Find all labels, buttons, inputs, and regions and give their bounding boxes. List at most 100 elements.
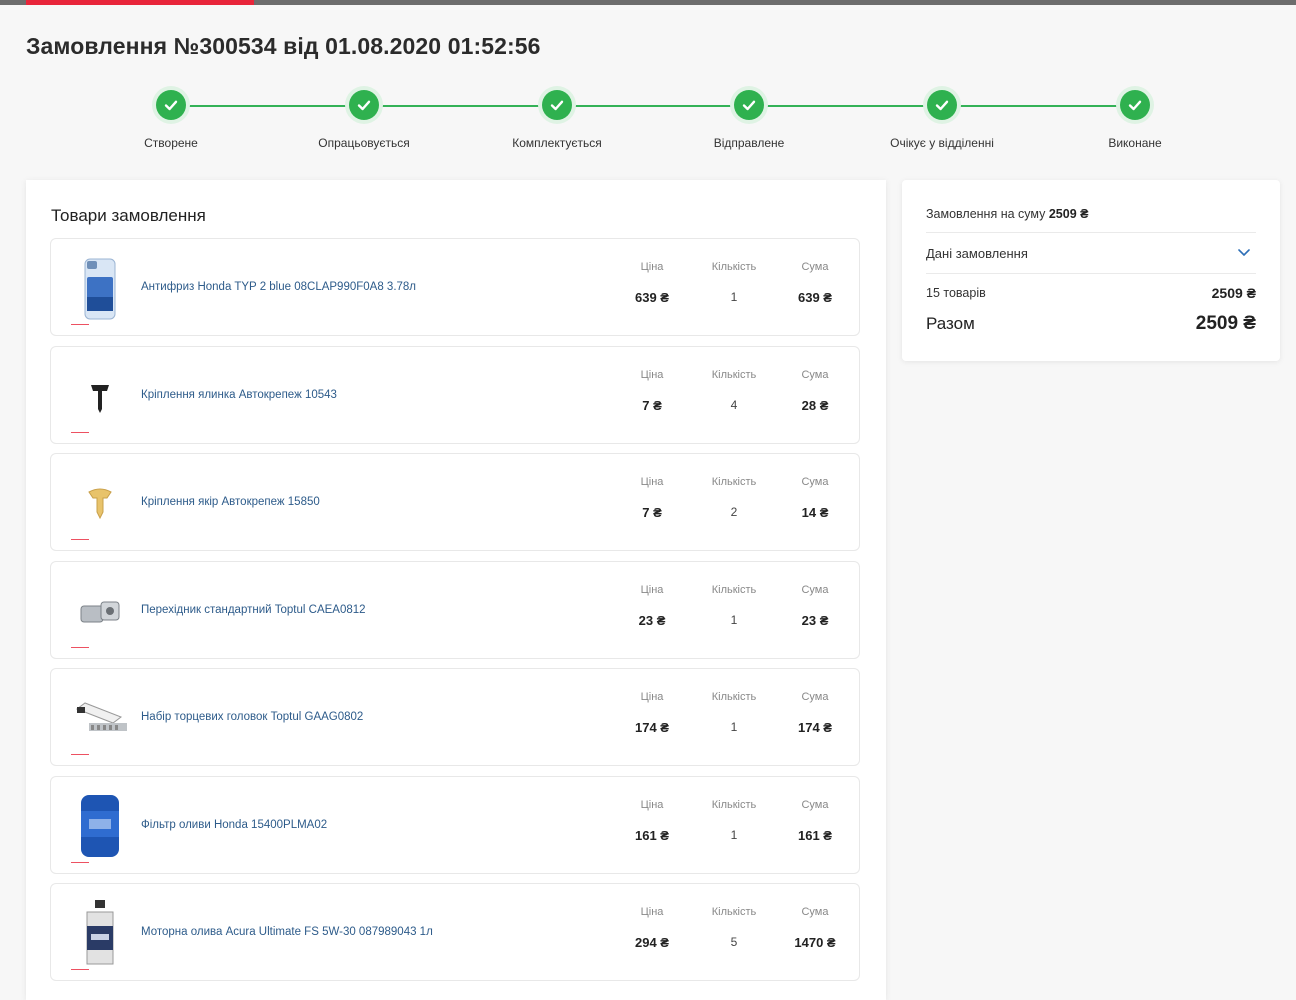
step-indicator: [538, 86, 576, 124]
step-label: Комплектується: [512, 136, 602, 150]
items-section-title: Товари замовлення: [51, 206, 206, 225]
progress-step: Опрацьовується: [274, 86, 454, 150]
quantity-label: Кількість: [711, 369, 757, 381]
progress-step: Очікує у відділенні: [852, 86, 1032, 150]
sum-label: Сума: [801, 799, 829, 811]
thumb-underline: [71, 969, 89, 970]
step-label: Очікує у відділенні: [890, 136, 994, 150]
step-indicator: [730, 86, 768, 124]
quantity-value: 5: [730, 935, 738, 949]
item-name-link[interactable]: Набір торцевих головок Toptul GAAG0802: [141, 711, 363, 723]
price-label: Ціна: [640, 261, 664, 273]
items-count-label: 15 товарів: [926, 286, 986, 300]
check-icon: [349, 90, 379, 120]
item-name-link[interactable]: Фільтр оливи Honda 15400PLMA02: [141, 819, 327, 831]
price-label: Ціна: [640, 906, 664, 918]
price-value: 7 ₴: [642, 505, 662, 520]
step-label: Опрацьовується: [318, 136, 410, 150]
top-bar-accent: [26, 0, 254, 5]
sum-label: Сума: [801, 584, 829, 596]
sum-label: Сума: [801, 369, 829, 381]
step-indicator: [152, 86, 190, 124]
order-item: Моторна олива Acura Ultimate FS 5W-30 08…: [50, 883, 860, 981]
order-item: Набір торцевих головок Toptul GAAG0802 Ці…: [50, 668, 860, 766]
step-indicator: [345, 86, 383, 124]
thumb-underline: [71, 862, 89, 863]
sum-label: Сума: [801, 691, 829, 703]
check-icon: [156, 90, 186, 120]
page-title: Замовлення №300534 від 01.08.2020 01:52:…: [26, 33, 541, 59]
order-item: Перехідник стандартний Toptul CAEA0812 Ці…: [50, 561, 860, 659]
quantity-label: Кількість: [711, 799, 757, 811]
antifreeze-bottle-icon[interactable]: [71, 253, 129, 323]
sum-value: 161 ₴: [798, 828, 832, 843]
divider: [926, 273, 1256, 274]
step-indicator: [923, 86, 961, 124]
order-item: Кріплення ялинка Автокрепеж 10543 Ціна Кіл…: [50, 346, 860, 444]
socket-adapter-icon[interactable]: [71, 576, 129, 646]
quantity-value: 1: [730, 828, 738, 842]
items-count-value: 2509 ₴: [1211, 285, 1256, 301]
clip-icon[interactable]: [71, 361, 129, 431]
order-details-toggle-label[interactable]: Дані замовлення: [926, 246, 1028, 261]
oil-bottle-icon[interactable]: [71, 898, 129, 968]
check-icon: [927, 90, 957, 120]
price-label: Ціна: [640, 369, 664, 381]
divider: [926, 232, 1256, 233]
price-value: 161 ₴: [635, 828, 669, 843]
total-label: Разом: [926, 314, 975, 333]
check-icon: [734, 90, 764, 120]
price-label: Ціна: [640, 476, 664, 488]
sum-label: Сума: [801, 476, 829, 488]
price-label: Ціна: [640, 584, 664, 596]
order-summary: Замовлення на суму 2509 ₴ Дані замовленн…: [902, 180, 1280, 361]
progress-step: Створене: [81, 86, 261, 150]
sum-value: 1470 ₴: [794, 935, 836, 950]
oil-filter-icon[interactable]: [71, 791, 129, 861]
quantity-label: Кількість: [711, 691, 757, 703]
order-items-panel: Товари замовлення Антифриз Honda TYP 2 b…: [26, 180, 886, 1000]
quantity-value: 1: [730, 290, 738, 304]
quantity-value: 1: [730, 720, 738, 734]
chevron-down-icon[interactable]: [1236, 244, 1252, 260]
progress-step: Комплектується: [467, 86, 647, 150]
order-sum-line: Замовлення на суму 2509 ₴: [926, 207, 1088, 221]
sum-label: Сума: [801, 261, 829, 273]
progress-step: Відправлене: [659, 86, 839, 150]
price-label: Ціна: [640, 691, 664, 703]
sum-value: 23 ₴: [801, 613, 829, 628]
price-value: 23 ₴: [638, 613, 666, 628]
thumb-underline: [71, 647, 89, 648]
progress-step: Виконане: [1045, 86, 1225, 150]
price-value: 639 ₴: [635, 290, 669, 305]
socket-set-icon[interactable]: [71, 683, 129, 753]
order-item: Кріплення якір Автокрепеж 15850 Ціна Кільк…: [50, 453, 860, 551]
sum-value: 14 ₴: [801, 505, 829, 520]
thumb-underline: [71, 754, 89, 755]
total-value: 2509 ₴: [1195, 313, 1256, 334]
anchor-clip-icon[interactable]: [71, 468, 129, 538]
sum-label: Сума: [801, 906, 829, 918]
item-name-link[interactable]: Кріплення якір Автокрепеж 15850: [141, 496, 320, 508]
order-item: Антифриз Honda TYP 2 blue 08CLAP990F0A8 …: [50, 238, 860, 336]
order-progress: Створене Опрацьовується Комплектується Відп…: [0, 86, 1296, 166]
price-value: 294 ₴: [635, 935, 669, 950]
step-indicator: [1116, 86, 1154, 124]
price-value: 7 ₴: [642, 398, 662, 413]
quantity-value: 4: [730, 398, 738, 412]
quantity-label: Кількість: [711, 906, 757, 918]
item-name-link[interactable]: Антифриз Honda TYP 2 blue 08CLAP990F0A8 …: [141, 281, 416, 293]
price-value: 174 ₴: [635, 720, 669, 735]
quantity-value: 2: [730, 505, 738, 519]
item-name-link[interactable]: Моторна олива Acura Ultimate FS 5W-30 08…: [141, 926, 433, 938]
item-name-link[interactable]: Перехідник стандартний Toptul CAEA0812: [141, 604, 366, 616]
quantity-label: Кількість: [711, 584, 757, 596]
step-label: Відправлене: [713, 136, 785, 150]
check-icon: [542, 90, 572, 120]
order-sum-label: Замовлення на суму: [926, 207, 1046, 221]
item-name-link[interactable]: Кріплення ялинка Автокрепеж 10543: [141, 389, 337, 401]
order-item: Фільтр оливи Honda 15400PLMA02 Ціна Кількі…: [50, 776, 860, 874]
thumb-underline: [71, 539, 89, 540]
thumb-underline: [71, 432, 89, 433]
sum-value: 174 ₴: [798, 720, 832, 735]
